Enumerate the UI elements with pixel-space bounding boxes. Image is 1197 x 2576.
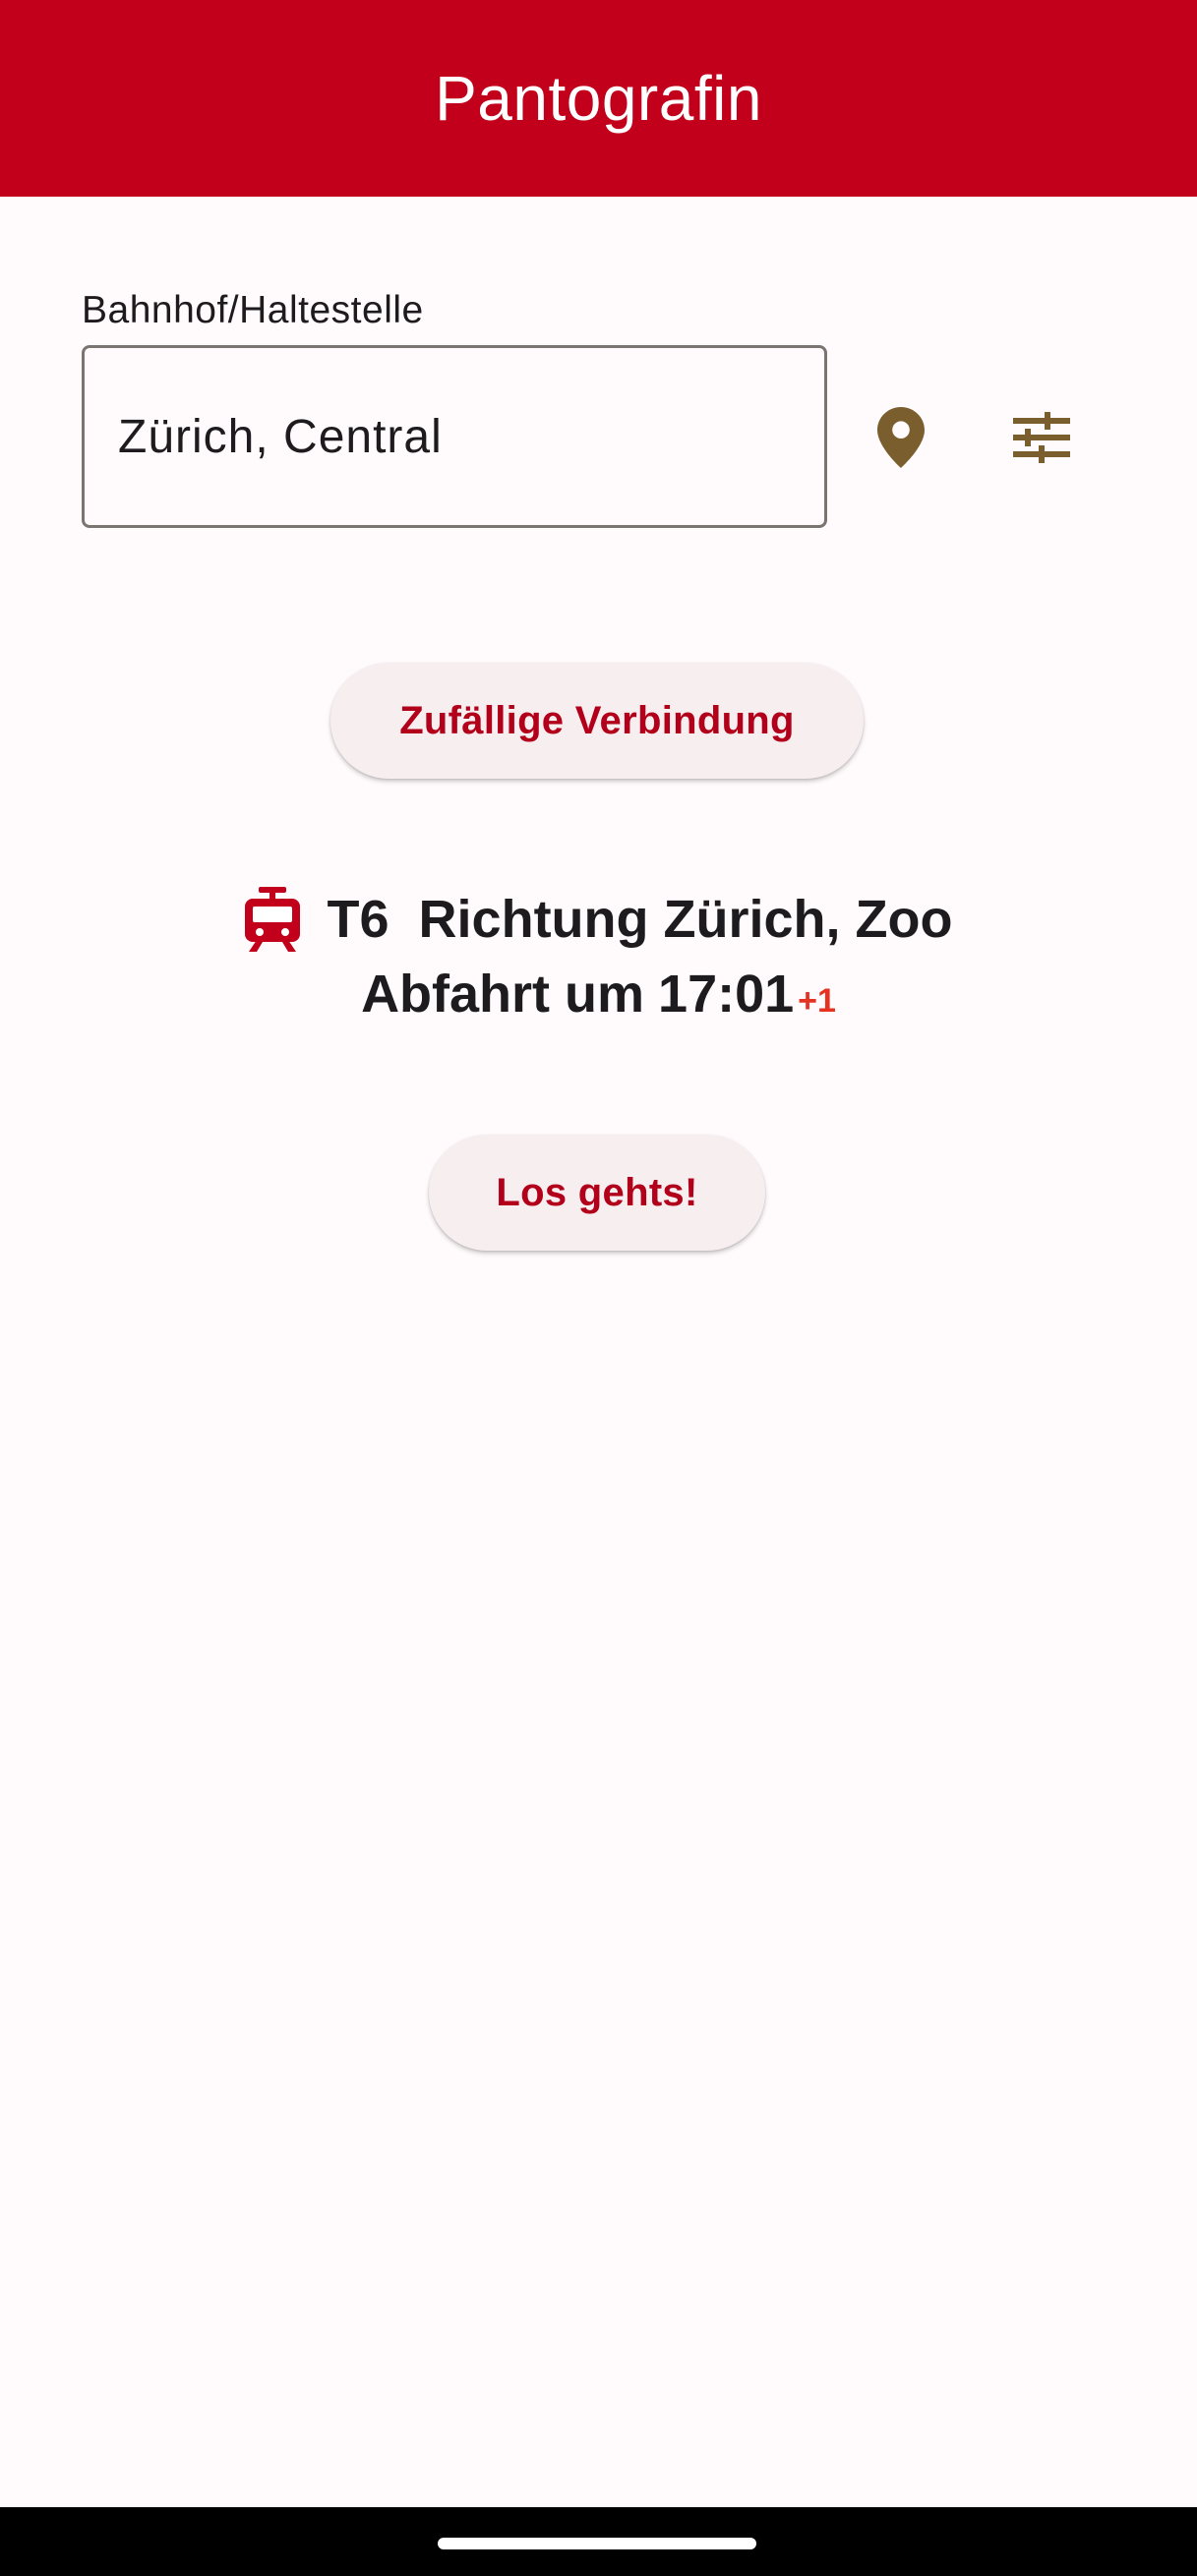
connection-info: T6 Richtung Zürich, Zoo Abfahrt um 17:01…: [0, 875, 1197, 1025]
line-name: T6: [327, 890, 389, 949]
station-input[interactable]: [82, 345, 827, 528]
home-gesture-handle[interactable]: [438, 2538, 756, 2549]
app-bar: Pantografin: [0, 0, 1197, 197]
filter-settings-button[interactable]: [988, 383, 1096, 492]
go-button[interactable]: Los gehts!: [429, 1135, 765, 1251]
departure-time: 17:01: [658, 965, 795, 1024]
current-location-button[interactable]: [847, 383, 955, 492]
station-field-label: Bahnhof/Haltestelle: [82, 289, 424, 331]
departure-label: Abfahrt um: [361, 965, 645, 1024]
tune-sliders-icon: [1013, 412, 1070, 463]
location-pin-icon: [877, 407, 925, 468]
direction-text: Richtung Zürich, Zoo: [418, 890, 953, 949]
connection-line-row: T6 Richtung Zürich, Zoo: [0, 875, 1197, 964]
app-title: Pantografin: [435, 63, 762, 134]
random-connection-button[interactable]: Zufällige Verbindung: [330, 663, 864, 779]
departure-row: Abfahrt um 17:01 +1: [0, 964, 1197, 1025]
tram-icon: [244, 887, 300, 952]
delay-badge: +1: [798, 982, 836, 1020]
